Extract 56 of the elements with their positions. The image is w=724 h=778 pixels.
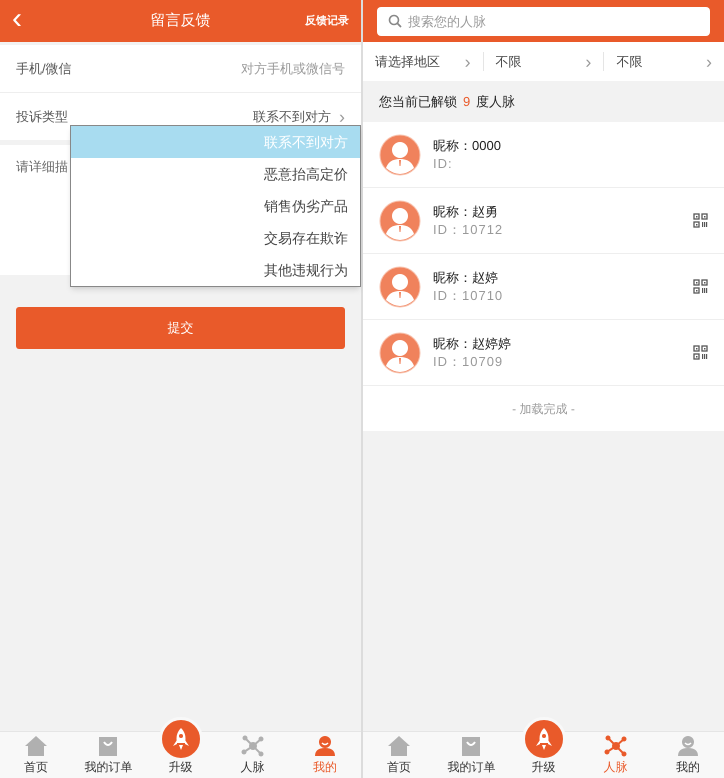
dropdown-option[interactable]: 恶意抬高定价: [71, 158, 360, 190]
search-field[interactable]: 搜索您的人脉: [377, 6, 710, 36]
dropdown-option[interactable]: 交易存在欺诈: [71, 222, 360, 254]
network-icon: [240, 735, 265, 757]
search-icon: [388, 14, 402, 28]
filter-dropdown[interactable]: 不限 ›: [603, 52, 724, 72]
page-title: 留言反馈: [150, 10, 210, 31]
avatar-icon: [379, 266, 421, 308]
filter-dropdown[interactable]: 请选择地区 ›: [363, 52, 483, 72]
person-icon: [676, 735, 699, 757]
rocket-icon: [170, 727, 190, 751]
home-icon: [24, 735, 48, 757]
qr-code-icon: [693, 279, 708, 294]
avatar-icon: [379, 332, 421, 374]
contact-nickname: 昵称：赵勇: [433, 202, 499, 220]
rocket-icon: [534, 727, 554, 751]
field-label: 投诉类型: [16, 108, 68, 126]
load-complete-text: - 加载完成 -: [512, 400, 575, 418]
tab-label[interactable]: 我的订单: [84, 759, 132, 775]
network-icon: [604, 735, 628, 757]
contact-nickname: 昵称：赵婷: [433, 268, 499, 286]
dropdown-option[interactable]: 其他违规行为: [71, 254, 360, 286]
feedback-history-link[interactable]: 反馈记录: [305, 12, 349, 30]
input-field[interactable]: 对方手机或微信号: [175, 58, 345, 78]
tab-label[interactable]: 人脉: [240, 759, 265, 775]
filter-dropdown[interactable]: 不限 ›: [482, 52, 604, 72]
dropdown-option[interactable]: 销售伪劣产品: [71, 190, 360, 222]
contact-id: ID：10709: [433, 352, 504, 370]
tab-label[interactable]: 首页: [387, 759, 412, 775]
unlock-notice: 您当前已解锁 9 度人脉: [378, 92, 516, 111]
avatar-icon: [379, 134, 421, 176]
bag-icon: [460, 735, 482, 757]
contact-row[interactable]: 昵称：0000 ID:: [363, 122, 724, 188]
submit-button[interactable]: 提交: [16, 307, 345, 349]
contact-id: ID:: [433, 154, 454, 172]
contact-row[interactable]: 昵称：赵勇 ID：10712: [363, 188, 724, 254]
field-label: 手机/微信: [16, 60, 72, 78]
avatar-icon: [379, 200, 421, 242]
person-icon: [314, 735, 336, 757]
complaint-type-select[interactable]: 联系不到对方 ›: [253, 106, 345, 126]
tab-label[interactable]: 升级: [168, 759, 192, 775]
contact-id: ID：10710: [433, 286, 504, 304]
bag-icon: [97, 735, 120, 757]
back-button[interactable]: ‹: [12, 4, 22, 34]
tab-label[interactable]: 我的: [676, 759, 700, 775]
tab-label[interactable]: 我的订单: [447, 759, 496, 775]
home-icon: [387, 735, 412, 757]
contact-row[interactable]: 昵称：赵婷 ID：10710: [363, 254, 724, 320]
tab-label[interactable]: 首页: [24, 759, 48, 775]
contact-row[interactable]: 昵称：赵婷婷 ID：10709: [363, 320, 724, 386]
qr-code-icon: [693, 213, 708, 228]
contact-id: ID：10712: [433, 220, 504, 238]
contact-nickname: 昵称：赵婷婷: [433, 334, 511, 352]
qr-code-icon: [693, 345, 708, 360]
tab-label[interactable]: 升级: [532, 759, 556, 775]
contact-nickname: 昵称：0000: [433, 136, 501, 154]
